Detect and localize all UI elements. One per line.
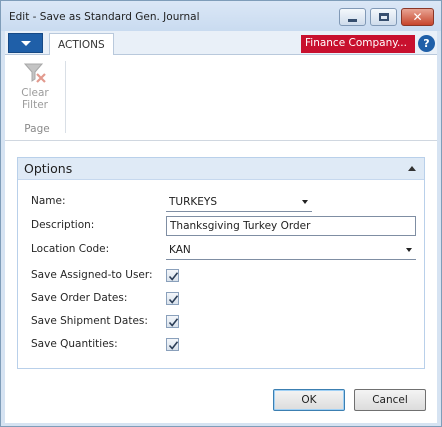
dropdown-icon — [20, 40, 31, 46]
clear-filter-label-2: Filter — [21, 99, 48, 111]
save-shipment-dates-checkbox[interactable] — [166, 315, 179, 328]
options-fasttab: Options Name: Description: Location Code… — [17, 157, 425, 369]
close-button[interactable]: ✕ — [401, 8, 434, 26]
tab-actions[interactable]: ACTIONS — [49, 33, 114, 56]
description-label: Description: — [31, 219, 95, 231]
location-code-row: Location Code: — [18, 240, 424, 260]
ok-button[interactable]: OK — [273, 389, 345, 411]
save-assigned-user-checkbox[interactable] — [166, 269, 179, 282]
minimize-icon — [348, 18, 357, 22]
checkbox-row: Save Assigned-to User: — [18, 266, 424, 286]
clear-filter-button[interactable]: Clear Filter — [13, 61, 57, 121]
company-badge[interactable]: Finance Company... — [301, 35, 415, 53]
checkbox-row: Save Order Dates: — [18, 289, 424, 309]
minimize-button[interactable] — [339, 8, 366, 26]
name-label: Name: — [31, 195, 66, 207]
ribbon-group-separator — [65, 61, 66, 133]
ribbon-tab-row: ACTIONS Finance Company... ? — [5, 31, 437, 56]
app-menu-button[interactable] — [8, 33, 43, 53]
options-title: Options — [24, 161, 73, 176]
save-quantities-label: Save Quantities: — [31, 338, 118, 350]
dialog-window: Edit - Save as Standard Gen. Journal ✕ A… — [0, 0, 442, 427]
location-code-field[interactable] — [166, 240, 416, 260]
checkmark-icon — [168, 272, 179, 281]
collapse-icon[interactable] — [408, 166, 416, 171]
close-icon: ✕ — [412, 10, 423, 24]
maximize-icon — [378, 13, 389, 21]
location-code-label: Location Code: — [31, 243, 110, 255]
window-title: Edit - Save as Standard Gen. Journal — [9, 11, 200, 23]
save-assigned-user-label: Save Assigned-to User: — [31, 269, 153, 281]
clear-filter-label-1: Clear — [21, 87, 49, 99]
checkmark-icon — [168, 318, 179, 327]
maximize-button[interactable] — [370, 8, 397, 26]
dropdown-arrow-icon[interactable] — [406, 248, 412, 252]
cancel-button[interactable]: Cancel — [354, 389, 426, 411]
checkmark-icon — [168, 295, 179, 304]
save-shipment-dates-label: Save Shipment Dates: — [31, 315, 148, 327]
save-order-dates-label: Save Order Dates: — [31, 292, 128, 304]
clear-filter-icon — [23, 61, 47, 85]
name-row: Name: — [18, 192, 424, 212]
dropdown-arrow-icon[interactable] — [302, 200, 308, 204]
options-header[interactable]: Options — [18, 158, 424, 180]
description-row: Description: — [18, 216, 424, 236]
title-bar[interactable]: Edit - Save as Standard Gen. Journal ✕ — [1, 1, 441, 31]
checkbox-row: Save Quantities: — [18, 335, 424, 355]
dialog-client-area: ACTIONS Finance Company... ? Clear Filte… — [5, 31, 437, 423]
checkmark-icon — [168, 341, 179, 350]
save-quantities-checkbox[interactable] — [166, 338, 179, 351]
ribbon: Clear Filter Page — [5, 55, 437, 141]
help-icon[interactable]: ? — [418, 35, 435, 52]
checkbox-row: Save Shipment Dates: — [18, 312, 424, 332]
description-field[interactable] — [166, 216, 416, 236]
ribbon-group-label: Page — [24, 123, 50, 135]
name-field[interactable] — [166, 192, 312, 212]
save-order-dates-checkbox[interactable] — [166, 292, 179, 305]
